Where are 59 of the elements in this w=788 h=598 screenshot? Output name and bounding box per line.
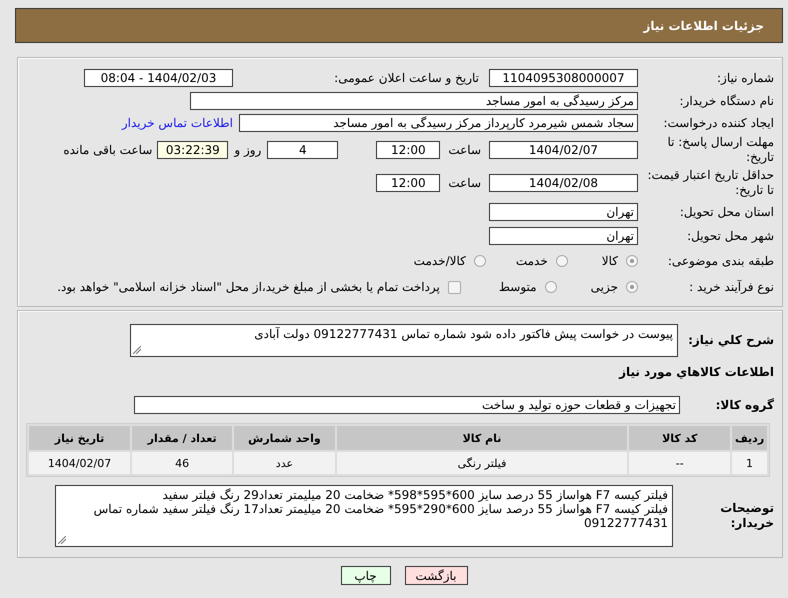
column-header: ردیف <box>732 426 767 450</box>
field-label: شرح کلي نياز: <box>687 332 775 348</box>
goods-group-field[interactable]: تجهیزات و قطعات حوزه تولید و ساخت <box>134 396 680 414</box>
description-field[interactable]: پیوست در خواست پیش فاکتور داده شود شماره تماس 09122777431 دولت آبادی <box>130 324 678 356</box>
treasury-checkbox[interactable]: پرداخت تمام یا بخشی از مبلغ خرید،از محل "اسناد خزانه اسلامی" خواهد بود. <box>57 280 461 294</box>
field-label: ایجاد کننده درخواست: <box>662 116 775 130</box>
remaining-time-field[interactable]: 03:22:39 <box>157 141 228 159</box>
column-header: تاریخ نیاز <box>29 426 130 450</box>
need-number-field[interactable]: 1104095308000007 <box>489 69 638 87</box>
field-label: حداقل تاریخ اعتبار قیمت: تا تاریخ: <box>646 168 775 198</box>
back-button[interactable]: بازگشت <box>404 566 468 585</box>
notes-line: 09122777431 <box>583 516 668 530</box>
column-header: نام کالا <box>336 426 628 450</box>
days-field[interactable]: 4 <box>267 141 338 159</box>
section-title: اطلاعات كالاهاي مورد نياز <box>618 364 775 379</box>
time-field[interactable]: 12:00 <box>376 174 440 192</box>
print-button[interactable]: چاپ <box>340 566 390 585</box>
column-header: تعداد / مقدار <box>132 426 232 450</box>
contact-link[interactable]: اطلاعات تماس خریدار <box>122 116 233 130</box>
process-radio[interactable]: جزیی <box>590 280 638 294</box>
table-cell: -- <box>629 452 730 474</box>
time-label: ساعت <box>448 143 481 157</box>
category-radio[interactable]: خدمت <box>516 254 568 268</box>
date-field[interactable]: 1404/02/07 <box>489 141 638 159</box>
field-label: مهلت ارسال پاسخ: تا تاریخ: <box>666 135 775 165</box>
remaining-label: ساعت باقی مانده <box>63 143 152 157</box>
buyer-org-field[interactable]: مرکز رسیدگی به امور مساجد <box>190 92 638 110</box>
field-label: طبقه بندی موضوعی: <box>666 254 775 268</box>
table-cell: 46 <box>132 452 232 474</box>
notes-line: فیلتر کیسه F7 هواساز 55 درصد سایز 600*290*595* ضخامت 20 میلیمتر تعداد17 رنگ فیلتر سفید شماره تماس <box>92 502 668 516</box>
notes-line: فیلتر کیسه F7 هواساز 55 درصد سایز 600*595*598* ضخامت 20 میلیمتر تعداد29 رنگ فیلتر سفید <box>162 488 668 502</box>
field-label: شماره نیاز: <box>716 70 775 86</box>
field-label: شهر محل تحویل: <box>686 228 775 244</box>
creator-field[interactable]: سجاد شمس شیرمرد کارپرداز مرکز رسیدگی به امور مساجد <box>239 114 638 132</box>
field-label: نوع فرآیند خرید : <box>688 280 775 294</box>
table-cell: 1404/02/07 <box>29 452 130 474</box>
field-label: استان محل تحویل: <box>678 204 775 220</box>
table-cell: 1 <box>732 452 767 474</box>
city-field[interactable]: تهران <box>489 227 638 245</box>
resize-grip-icon <box>133 346 141 354</box>
table-cell: عدد <box>234 452 335 474</box>
field-label: تاریخ و ساعت اعلان عمومی: <box>333 70 480 86</box>
date-field[interactable]: 1404/02/08 <box>489 174 638 192</box>
resize-grip-icon <box>58 536 66 544</box>
field-label: نام دستگاه خریدار: <box>678 94 775 108</box>
field-label: گروه کالا: <box>714 398 775 412</box>
announce-date-field[interactable]: 1404/02/03 - 08:04 <box>84 69 233 87</box>
process-radio[interactable]: متوسط <box>498 280 557 294</box>
category-radio[interactable]: کالا <box>602 254 638 268</box>
page-title: جزئیات اطلاعات نیاز <box>643 18 764 32</box>
province-field[interactable]: تهران <box>489 203 638 221</box>
category-radio[interactable]: کالا/خدمت <box>414 254 486 268</box>
days-label: روز و <box>234 143 262 157</box>
time-label: ساعت <box>448 176 481 190</box>
field-label: توضیحات خریدار: <box>719 501 775 531</box>
column-header: کد کالا <box>629 426 730 450</box>
time-field[interactable]: 12:00 <box>376 141 440 159</box>
column-header: واحد شمارش <box>234 426 335 450</box>
table-cell: فیلتر رنگی <box>336 452 628 474</box>
